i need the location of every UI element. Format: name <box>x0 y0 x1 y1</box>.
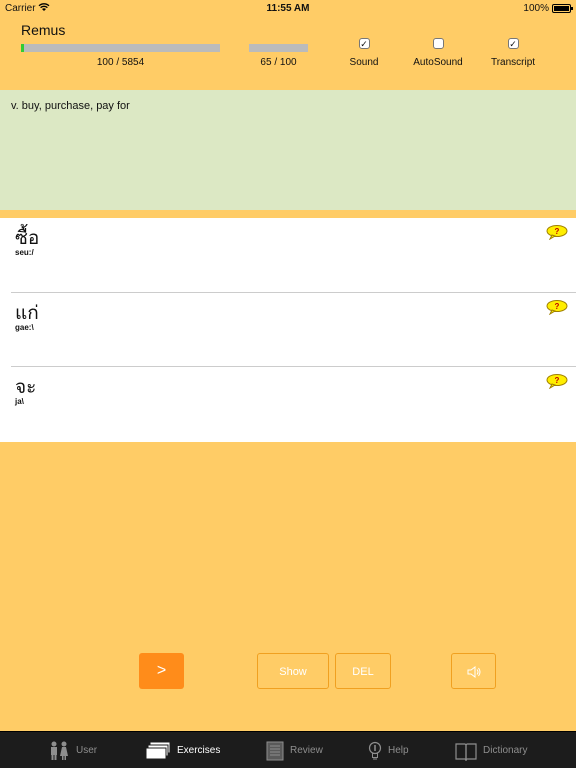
tab-dictionary[interactable]: Dictionary <box>455 732 527 768</box>
autosound-label: AutoSound <box>413 57 463 68</box>
total-progress-fill <box>21 44 25 52</box>
book-icon <box>455 742 477 761</box>
delete-button[interactable]: DEL <box>335 653 391 689</box>
meaning-text: v. buy, purchase, pay for <box>11 100 130 112</box>
notepad-icon <box>266 741 284 760</box>
tab-bar: User Exercises Review Help Dictionary <box>0 731 576 768</box>
tab-exercises-label: Exercises <box>177 745 221 756</box>
tab-exercises[interactable]: Exercises <box>145 732 220 768</box>
tab-review[interactable]: Review <box>266 732 323 768</box>
total-progress-count: 100 / 5854 <box>96 57 145 68</box>
autosound-checkbox[interactable] <box>432 38 444 49</box>
svg-text:?: ? <box>555 376 560 385</box>
session-progress-bar <box>249 44 308 52</box>
sound-label: Sound <box>349 57 379 68</box>
answer-row[interactable]: ซื้อ seu:/ ? <box>0 218 576 292</box>
cards-icon <box>145 741 171 759</box>
answer-row[interactable]: จะ ja\ ? <box>11 366 576 440</box>
question-bubble-icon[interactable]: ? <box>546 299 568 315</box>
battery-percent: 100% <box>523 3 549 14</box>
username: Remus <box>21 22 66 38</box>
sound-checkbox[interactable]: ✓ <box>358 38 370 49</box>
answer-transcript: ja\ <box>15 397 24 406</box>
svg-text:?: ? <box>555 302 560 311</box>
show-button[interactable]: Show <box>257 653 329 689</box>
svg-text:?: ? <box>555 227 560 236</box>
question-bubble-icon[interactable]: ? <box>546 224 568 240</box>
session-progress-count: 65 / 100 <box>260 57 297 68</box>
sound-option[interactable]: ✓ Sound <box>324 38 404 68</box>
tab-help-label: Help <box>388 745 409 756</box>
speaker-icon <box>467 666 480 678</box>
user-icon <box>51 741 68 760</box>
status-bar: Carrier 11:55 AM 100% <box>0 0 576 16</box>
transcript-label: Transcript <box>490 57 536 68</box>
tab-dictionary-label: Dictionary <box>483 745 528 756</box>
tab-user-label: User <box>76 745 98 756</box>
clock: 11:55 AM <box>266 3 310 14</box>
tab-review-label: Review <box>290 745 323 756</box>
lightbulb-icon <box>368 741 382 759</box>
tab-help[interactable]: Help <box>368 732 409 768</box>
speaker-button[interactable] <box>451 653 496 689</box>
total-progress-bar <box>21 44 220 52</box>
tab-user[interactable]: User <box>48 732 97 768</box>
autosound-option[interactable]: AutoSound <box>398 38 478 68</box>
answer-transcript: gae:\ <box>15 323 34 332</box>
answer-list: ซื้อ seu:/ ? แก่ gae:\ ? จะ ja\ ? <box>0 218 576 442</box>
meaning-panel: v. buy, purchase, pay for <box>0 90 576 210</box>
transcript-checkbox[interactable]: ✓ <box>507 38 519 49</box>
answer-row[interactable]: แก่ gae:\ ? <box>11 292 576 366</box>
battery-icon <box>552 4 573 13</box>
answer-transcript: seu:/ <box>15 248 34 257</box>
next-button[interactable]: > <box>139 653 184 689</box>
question-bubble-icon[interactable]: ? <box>546 373 568 389</box>
transcript-option[interactable]: ✓ Transcript <box>473 38 553 68</box>
